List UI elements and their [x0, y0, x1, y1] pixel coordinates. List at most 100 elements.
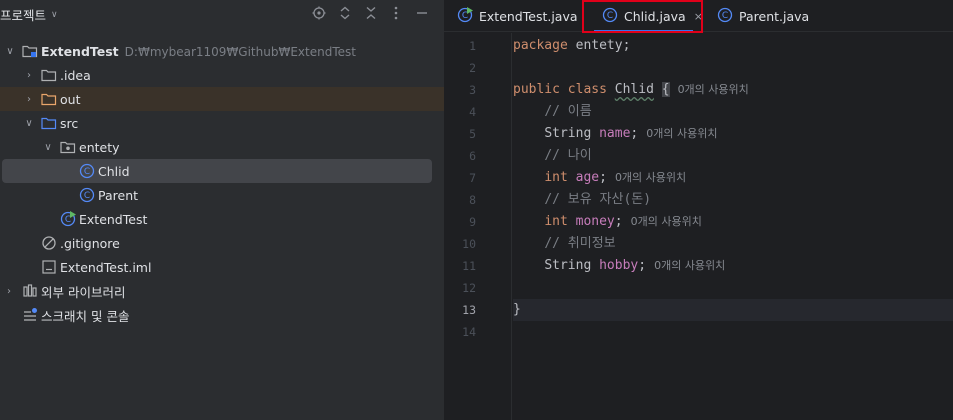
keyword: package — [513, 38, 568, 53]
chevron-right-icon[interactable]: › — [23, 69, 35, 81]
project-panel-title: 프로젝트 — [0, 8, 47, 23]
class-icon: C — [79, 163, 95, 179]
brace: { — [661, 82, 670, 97]
code-line[interactable]: String hobby; 0개의 사용위치 — [513, 255, 953, 277]
tree-label-src: src — [60, 115, 79, 131]
tree-item-package[interactable]: ∨ entety — [0, 135, 432, 159]
project-view-selector[interactable]: 프로젝트 ∨ — [0, 5, 58, 24]
tree-label-package: entety — [79, 139, 120, 155]
chevron-down-icon: ∨ — [51, 9, 58, 20]
code-line-current[interactable]: } — [513, 299, 953, 321]
usage-hint[interactable]: 0개의 사용위치 — [646, 127, 717, 140]
code-line[interactable]: int age; 0개의 사용위치 — [513, 167, 953, 189]
tab-label: Parent.java — [739, 8, 810, 24]
expand-all-icon[interactable] — [336, 4, 354, 22]
comment: // 보유 자산(돈) — [544, 192, 652, 207]
chevron-down-icon[interactable]: ∨ — [23, 117, 35, 129]
keyword: int — [544, 214, 568, 229]
library-icon — [22, 283, 38, 299]
comment: // 취미정보 — [544, 236, 616, 251]
code-line[interactable]: // 이름 — [513, 101, 953, 123]
line-number: 13 — [462, 303, 476, 317]
chevron-down-icon[interactable]: ∨ — [42, 141, 54, 153]
tab-extendtest[interactable]: C ExtendTest.java — [457, 0, 578, 32]
code-line[interactable]: package entety; — [513, 35, 953, 57]
code-text: entety; — [567, 38, 631, 53]
field-name: name — [599, 126, 631, 141]
tree-label-chlid: Chlid — [98, 163, 130, 179]
line-number: 5 — [469, 127, 476, 141]
project-panel-header: 프로젝트 ∨ — [0, 0, 444, 28]
hide-panel-icon[interactable] — [413, 4, 431, 22]
tree-item-chlid[interactable]: C Chlid — [2, 159, 432, 183]
tree-item-extendtest[interactable]: C ExtendTest — [0, 207, 432, 231]
line-number: 12 — [462, 281, 476, 295]
line-number-gutter: 1 2 3 4 5 6 7 8 9 10 11 12 13 14 — [444, 33, 512, 420]
tree-item-root[interactable]: ∨ ExtendTest D:₩mybear1109₩Github₩ExtendT… — [0, 39, 432, 63]
code-line[interactable]: String name; 0개의 사용위치 — [513, 123, 953, 145]
options-menu-icon[interactable] — [387, 4, 405, 22]
root-project-name: ExtendTest — [41, 43, 119, 59]
root-project-path: D:₩mybear1109₩Github₩ExtendTest — [124, 44, 356, 59]
usage-hint[interactable]: 0개의 사용위치 — [654, 259, 725, 272]
tree-item-src[interactable]: ∨ src — [0, 111, 432, 135]
editor-tab-bar: C ExtendTest.java C Chlid.java × C Paren… — [444, 0, 953, 33]
class-name: Chlid — [614, 82, 654, 97]
svg-text:C: C — [84, 167, 90, 177]
collapse-all-icon[interactable] — [362, 4, 380, 22]
editor-area: C ExtendTest.java C Chlid.java × C Paren… — [444, 0, 953, 420]
tree-item-idea[interactable]: › .idea — [0, 63, 432, 87]
usage-hint[interactable]: 0개의 사용위치 — [631, 215, 702, 228]
close-icon[interactable]: × — [694, 10, 703, 23]
tab-chlid[interactable]: C Chlid.java × — [586, 0, 703, 32]
code-line[interactable]: public class Chlid {0개의 사용위치 — [513, 79, 953, 101]
type-name: String — [544, 126, 592, 141]
keyword: int — [544, 170, 568, 185]
line-number: 6 — [469, 149, 476, 163]
chevron-right-icon[interactable]: › — [3, 285, 15, 297]
excluded-folder-icon — [41, 91, 57, 107]
source-folder-icon — [41, 115, 57, 131]
line-number: 4 — [469, 105, 476, 119]
locate-file-icon[interactable] — [310, 4, 328, 22]
tree-item-parent[interactable]: C Parent — [0, 183, 432, 207]
active-tab-indicator — [594, 30, 693, 32]
folder-icon — [41, 67, 57, 83]
svg-text:C: C — [84, 191, 90, 201]
tree-item-out[interactable]: › out — [0, 87, 444, 111]
usage-hint[interactable]: 0개의 사용위치 — [615, 171, 686, 184]
comment: // 이름 — [544, 104, 592, 119]
class-icon: C — [602, 7, 618, 26]
tree-item-iml[interactable]: ExtendTest.iml — [0, 255, 432, 279]
tree-label-iml: ExtendTest.iml — [60, 259, 152, 275]
line-number: 8 — [469, 193, 476, 207]
tree-item-scratches[interactable]: 스크래치 및 콘솔 — [0, 303, 432, 327]
runnable-class-icon: C — [60, 211, 76, 227]
package-icon — [60, 139, 76, 155]
tab-parent[interactable]: C Parent.java — [717, 0, 809, 32]
chevron-down-icon[interactable]: ∨ — [4, 45, 16, 57]
code-line[interactable]: // 취미정보 — [513, 233, 953, 255]
semicolon: ; — [599, 170, 607, 185]
comment: // 나이 — [544, 148, 592, 163]
tab-label: ExtendTest.java — [479, 8, 578, 24]
code-line[interactable]: int money; 0개의 사용위치 — [513, 211, 953, 233]
module-folder-icon — [22, 43, 38, 59]
line-number: 1 — [469, 39, 476, 53]
semicolon: ; — [614, 214, 623, 229]
line-number: 11 — [462, 259, 476, 273]
chevron-right-icon[interactable]: › — [23, 93, 35, 105]
code-line[interactable]: // 나이 — [513, 145, 953, 167]
tree-item-gitignore[interactable]: .gitignore — [0, 231, 432, 255]
tree-label-gitignore: .gitignore — [60, 235, 120, 251]
svg-text:C: C — [722, 11, 728, 21]
code-line[interactable]: // 보유 자산(돈) — [513, 189, 953, 211]
code-editor[interactable]: package entety; public class Chlid {0개의 … — [513, 33, 953, 420]
tree-label-idea: .idea — [60, 67, 91, 83]
line-number: 10 — [462, 237, 476, 251]
type-name: String — [544, 258, 592, 273]
tree-item-external-libraries[interactable]: › 외부 라이브러리 — [0, 279, 432, 303]
project-panel: 프로젝트 ∨ ∨ ExtendTest D:₩mybear1109₩Github₩… — [0, 0, 444, 420]
usage-hint[interactable]: 0개의 사용위치 — [678, 83, 749, 96]
keyword: class — [567, 82, 607, 97]
